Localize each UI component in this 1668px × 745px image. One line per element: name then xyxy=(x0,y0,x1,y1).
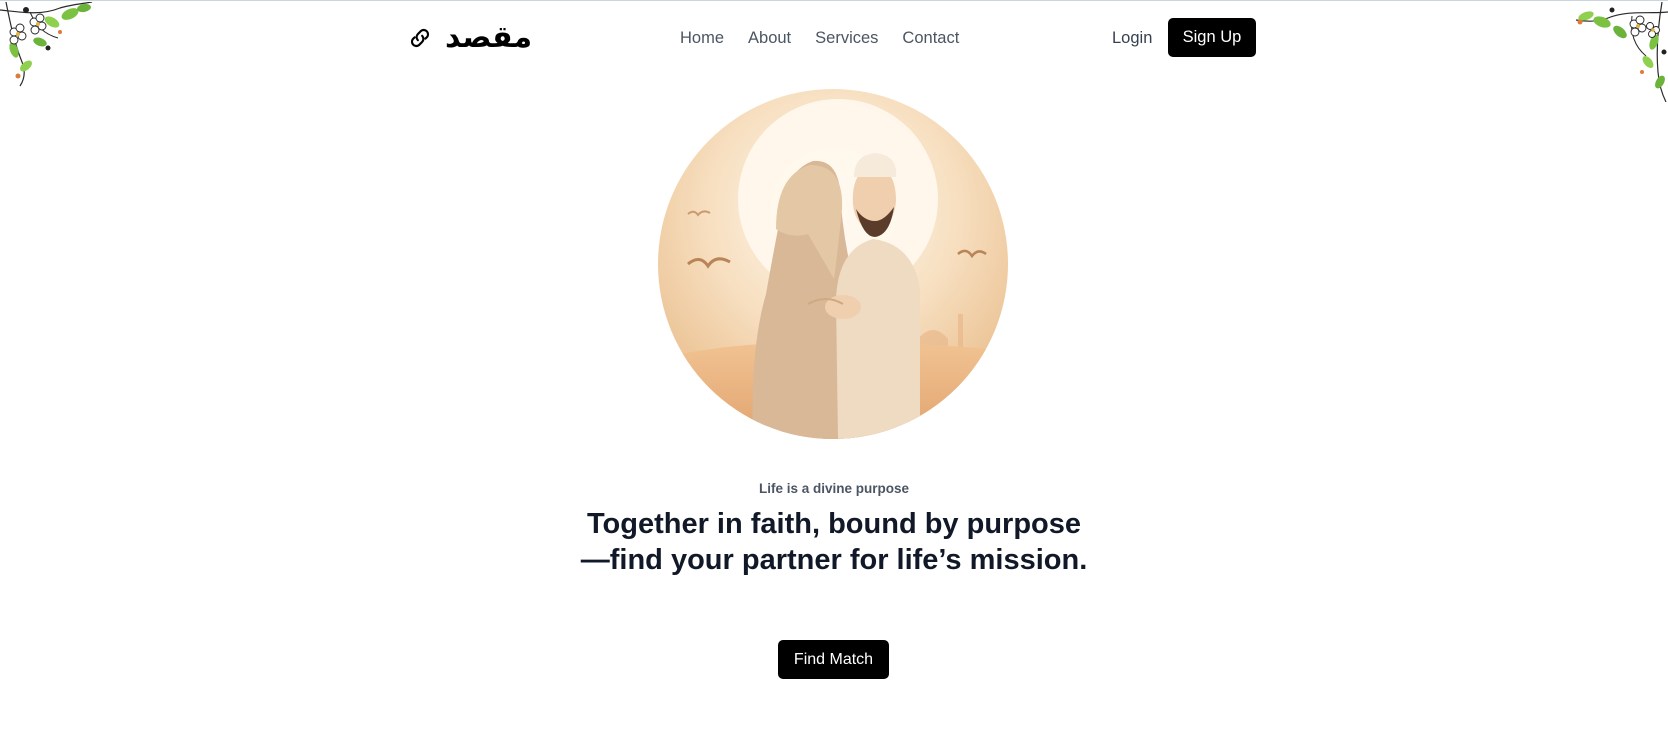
hero-image xyxy=(658,89,1008,439)
nav-contact-link[interactable]: Contact xyxy=(902,26,959,50)
couple-illustration xyxy=(658,89,1008,439)
brand-logo[interactable]: مقصد xyxy=(407,19,532,57)
nav-services-link[interactable]: Services xyxy=(815,26,878,50)
main-nav: Home About Services Contact xyxy=(680,26,959,50)
nav-home-link[interactable]: Home xyxy=(680,26,724,50)
find-match-button[interactable]: Find Match xyxy=(778,640,889,679)
navbar: مقصد Home About Services Contact Login S… xyxy=(0,1,1668,75)
page: مقصد Home About Services Contact Login S… xyxy=(0,0,1668,745)
hero-headline: Together in faith, bound by purpose—find… xyxy=(580,508,1088,576)
hero-tagline: Life is a divine purpose xyxy=(758,481,910,496)
login-link[interactable]: Login xyxy=(1112,26,1152,50)
brand-name: مقصد xyxy=(445,20,533,55)
nav-about-link[interactable]: About xyxy=(748,26,791,50)
link-icon xyxy=(410,28,430,48)
signup-button[interactable]: Sign Up xyxy=(1168,18,1256,57)
